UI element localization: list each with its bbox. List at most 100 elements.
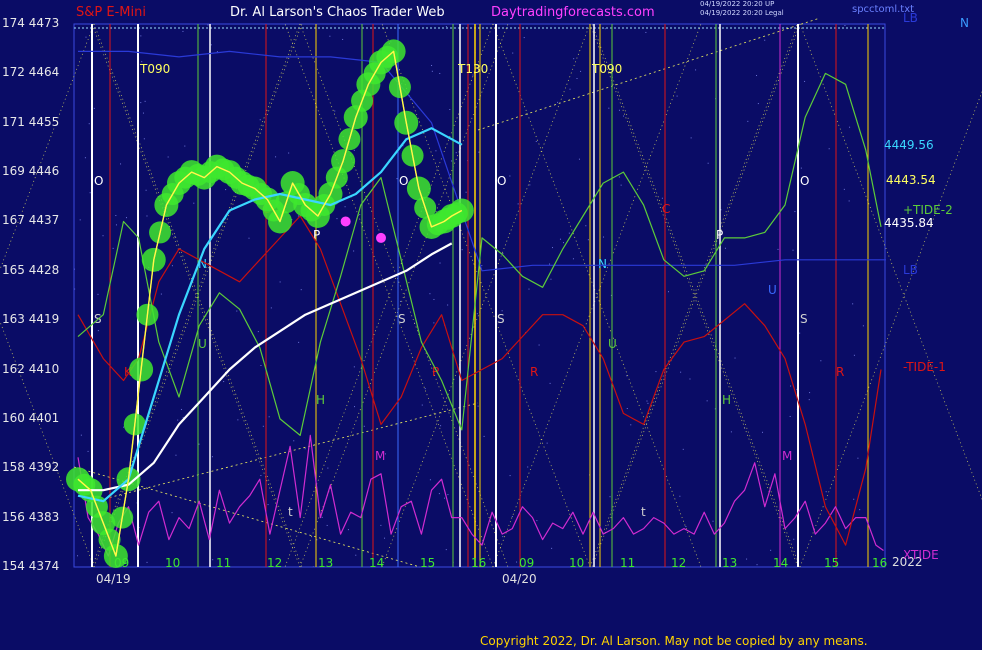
star-dot xyxy=(225,189,227,191)
star-dot xyxy=(120,163,122,165)
star-dot xyxy=(569,88,571,90)
star-dot xyxy=(549,382,551,384)
star-dot xyxy=(88,123,90,125)
star-dot xyxy=(770,549,772,551)
x-hour-label: 14 xyxy=(773,556,789,570)
star-dot xyxy=(820,360,822,362)
star-dot xyxy=(396,178,398,180)
star-dot xyxy=(790,385,792,387)
diamond-line xyxy=(589,23,799,568)
star-dot xyxy=(198,443,200,445)
star-dot xyxy=(853,354,855,356)
star-dot xyxy=(431,64,433,66)
star-dot xyxy=(237,419,239,421)
x-hour-label: 16 xyxy=(471,556,487,570)
star-dot xyxy=(777,248,779,250)
star-dot xyxy=(789,415,791,417)
star-dot xyxy=(557,101,559,103)
star-dot xyxy=(433,322,435,324)
ephemeris-label-m: M xyxy=(375,449,385,463)
star-dot xyxy=(451,160,453,162)
star-dot xyxy=(747,120,749,122)
star-dot xyxy=(146,561,148,563)
star-dot xyxy=(79,219,81,221)
ephemeris-label-s: S xyxy=(497,312,505,326)
star-dot xyxy=(465,191,467,193)
star-dot xyxy=(445,26,447,28)
star-dot xyxy=(347,529,349,531)
star-dot xyxy=(587,239,589,241)
star-dot xyxy=(626,408,628,410)
star-dot xyxy=(516,561,518,563)
star-dot xyxy=(808,399,810,401)
x-hour-label: 12 xyxy=(267,556,283,570)
star-dot xyxy=(576,77,578,79)
star-dot xyxy=(682,448,684,450)
star-dot xyxy=(89,192,91,194)
ephemeris-label-t: t xyxy=(288,505,293,519)
ephemeris-label-n: N xyxy=(598,257,607,271)
star-dot xyxy=(461,249,463,251)
ephemeris-label-c: C xyxy=(662,202,670,216)
star-dot xyxy=(438,493,440,495)
star-dot xyxy=(193,202,195,204)
star-dot xyxy=(756,75,758,77)
star-dot xyxy=(762,431,764,433)
star-dot xyxy=(608,107,610,109)
star-dot xyxy=(707,162,709,164)
star-dot xyxy=(712,520,714,522)
star-dot xyxy=(477,405,479,407)
star-dot xyxy=(655,371,657,373)
star-dot xyxy=(175,454,177,456)
x-hour-label: 13 xyxy=(722,556,738,570)
star-dot xyxy=(260,474,262,476)
star-dot xyxy=(538,344,540,346)
star-dot xyxy=(447,494,449,496)
star-dot xyxy=(680,371,682,373)
star-dot xyxy=(424,388,426,390)
star-dot xyxy=(160,293,162,295)
symbol-label: S&P E-Mini xyxy=(76,5,146,20)
star-dot xyxy=(529,184,531,186)
star-dot xyxy=(97,293,99,295)
timestamp-line-2: 04/19/2022 20:20 Legal xyxy=(700,9,784,17)
star-dot xyxy=(626,375,628,377)
star-dot xyxy=(440,425,442,427)
star-dot xyxy=(550,278,552,280)
star-dot xyxy=(804,80,806,82)
star-dot xyxy=(757,103,759,105)
star-dot xyxy=(140,102,142,104)
star-dot xyxy=(445,549,447,551)
star-dot xyxy=(645,31,647,33)
ephemeris-label-t090_a: T090 xyxy=(139,62,170,76)
star-dot xyxy=(447,304,449,306)
star-dot xyxy=(344,206,346,208)
star-dot xyxy=(609,496,611,498)
star-dot xyxy=(80,434,82,436)
star-dot xyxy=(336,218,338,220)
chart-root: { "header": { "symbol": "S&P E-Mini", "t… xyxy=(0,0,982,650)
trend-line xyxy=(477,17,821,131)
star-dot xyxy=(207,24,209,26)
xtide-series-line xyxy=(77,434,884,557)
star-dot xyxy=(300,289,302,291)
star-dot xyxy=(329,35,331,37)
star-dot xyxy=(483,435,485,437)
star-dot xyxy=(353,149,355,151)
y-tick-label: 169 4446 xyxy=(2,164,60,179)
star-dot xyxy=(563,242,565,244)
star-dot xyxy=(481,265,483,267)
star-dot xyxy=(115,224,117,226)
star-dot xyxy=(223,381,225,383)
star-dot xyxy=(270,307,272,309)
star-dot xyxy=(449,109,451,111)
ephemeris-label-o: O xyxy=(800,174,809,188)
star-dot xyxy=(288,152,290,154)
website-link[interactable]: Daytradingforecasts.com xyxy=(491,5,655,20)
star-dot xyxy=(764,39,766,41)
ephemeris-label-u: U xyxy=(608,337,617,351)
star-dot xyxy=(517,203,519,205)
star-dot xyxy=(182,30,184,32)
y-tick-label: 167 4437 xyxy=(2,213,60,228)
star-dot xyxy=(792,249,794,251)
